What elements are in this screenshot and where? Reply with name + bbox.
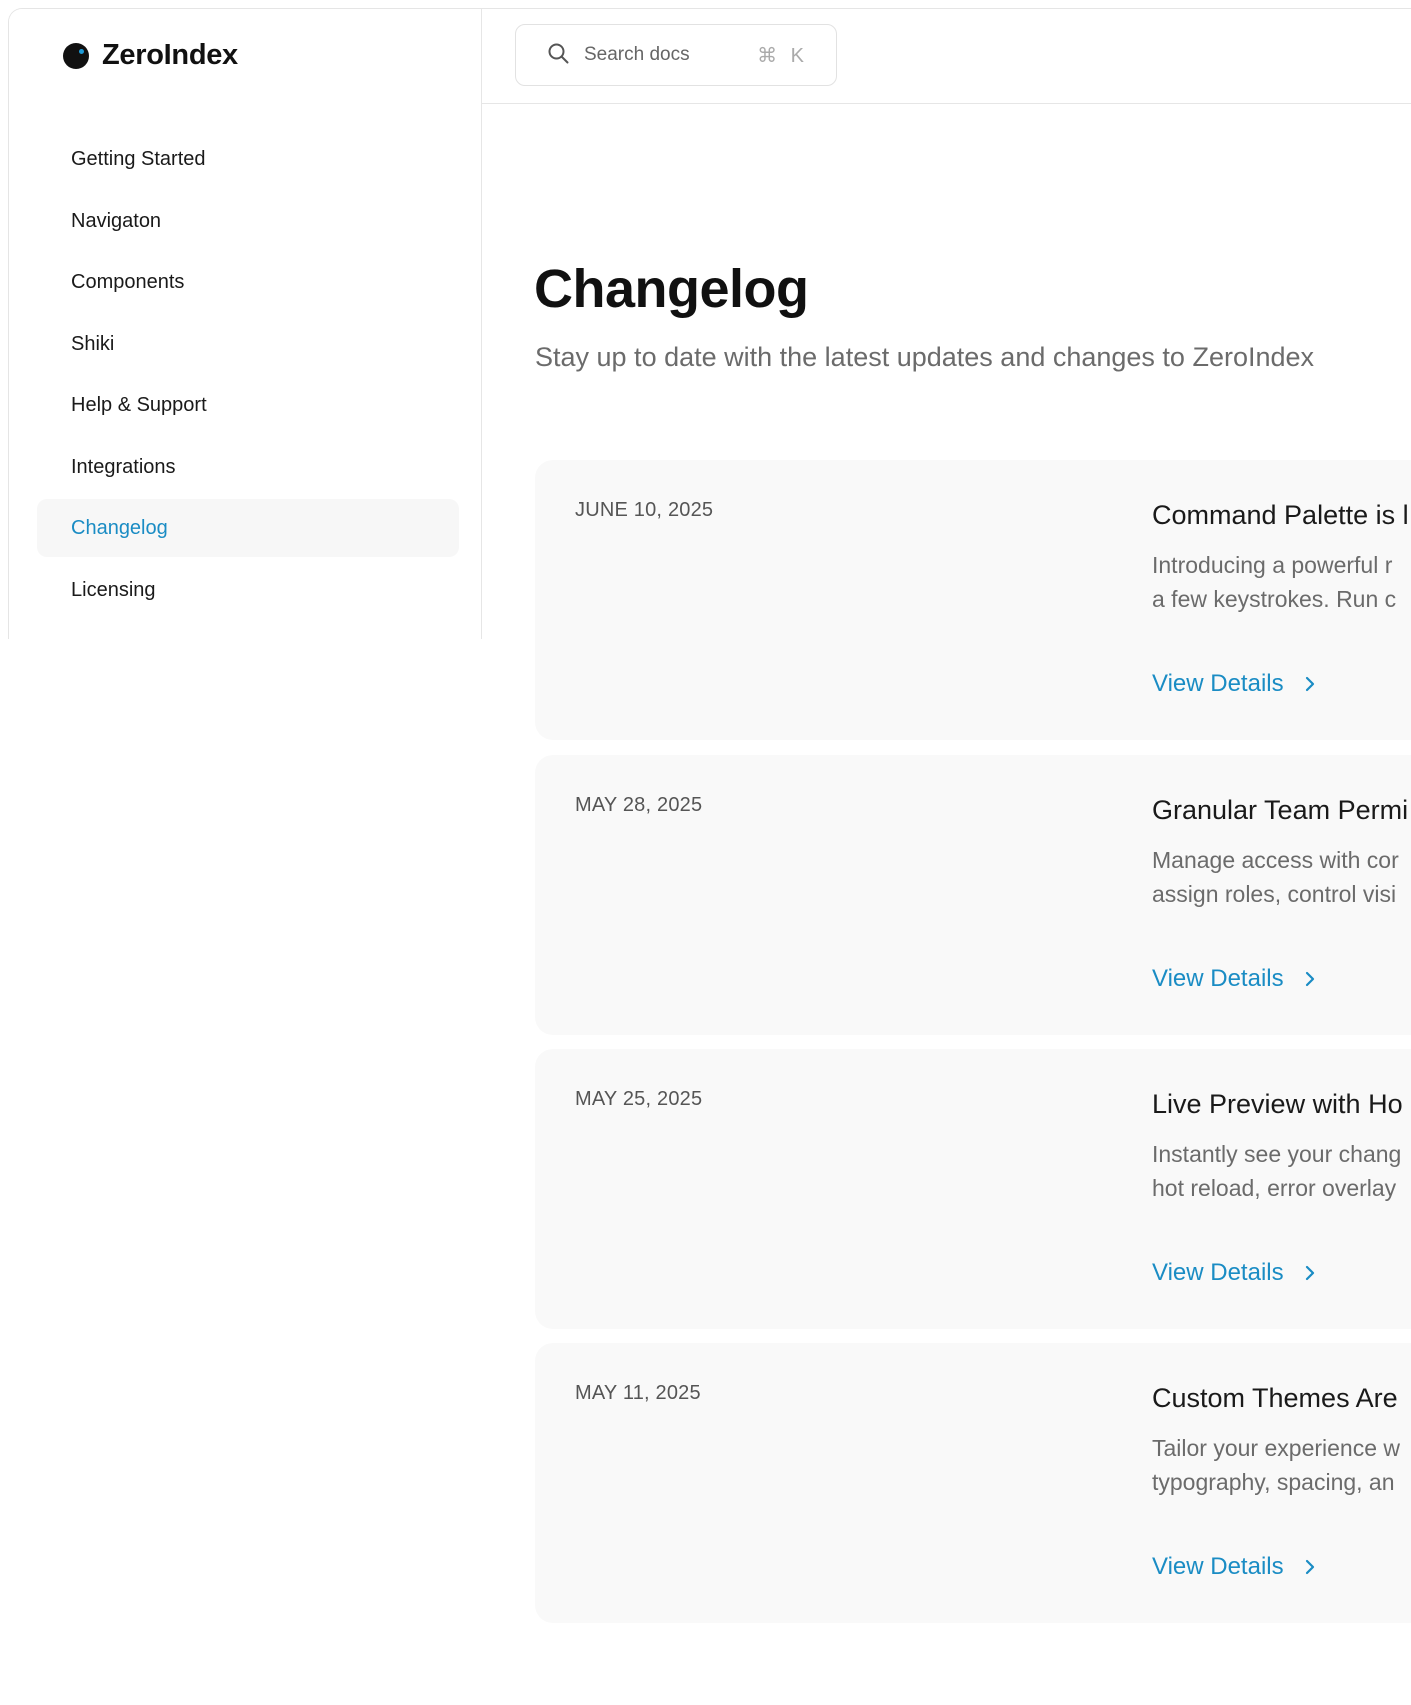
entry-description: Instantly see your chang hot reload, err… [1152, 1137, 1401, 1205]
view-details-label: View Details [1152, 1259, 1284, 1286]
entry-description-line: Manage access with cor [1152, 847, 1399, 873]
top-bar: Search docs ⌘ K [482, 9, 1411, 104]
entry-title: Command Palette is l [1152, 500, 1409, 530]
changelog-entry: JUNE 10, 2025 Command Palette is l Intro… [535, 460, 1411, 740]
sidebar-item-integrations[interactable]: Integrations [37, 438, 459, 496]
entry-date: MAY 25, 2025 [575, 1088, 703, 1110]
entry-description: Tailor your experience w typography, spa… [1152, 1431, 1400, 1499]
logo[interactable]: ZeroIndex [63, 39, 238, 72]
sidebar-item-navigation[interactable]: Navigaton [37, 192, 459, 250]
entry-date: MAY 11, 2025 [575, 1382, 701, 1404]
entry-description-line: Introducing a powerful r [1152, 552, 1393, 578]
entry-date: MAY 28, 2025 [575, 794, 703, 816]
page-subtitle: Stay up to date with the latest updates … [535, 342, 1315, 372]
chevron-right-icon [1305, 1265, 1314, 1281]
sidebar-item-getting-started[interactable]: Getting Started [37, 130, 459, 188]
entry-date: JUNE 10, 2025 [575, 499, 714, 521]
search-icon [546, 41, 570, 70]
changelog-entry: MAY 11, 2025 Custom Themes Are Tailor yo… [535, 1343, 1411, 1623]
entry-description-line: Tailor your experience w [1152, 1435, 1401, 1461]
entry-description-line: hot reload, error overlay [1152, 1175, 1397, 1201]
entry-description: Introducing a powerful r a few keystroke… [1152, 548, 1396, 616]
sidebar-item-shiki[interactable]: Shiki [37, 315, 459, 373]
logo-text: ZeroIndex [102, 39, 238, 71]
view-details-label: View Details [1152, 1553, 1284, 1580]
chevron-right-icon [1305, 971, 1314, 987]
sidebar-item-components[interactable]: Components [37, 253, 459, 311]
view-details-label: View Details [1152, 670, 1284, 697]
entry-title: Custom Themes Are [1152, 1383, 1398, 1413]
sidebar: ZeroIndex Getting Started Navigaton Comp… [9, 9, 482, 639]
chevron-right-icon [1305, 676, 1314, 692]
search-input[interactable]: Search docs ⌘ K [515, 24, 837, 86]
changelog-entry: MAY 25, 2025 Live Preview with Ho Instan… [535, 1049, 1411, 1329]
entry-description-line: typography, spacing, an [1152, 1469, 1395, 1495]
view-details-link[interactable]: View Details [1152, 670, 1318, 698]
view-details-link[interactable]: View Details [1152, 1259, 1318, 1287]
entry-description: Manage access with cor assign roles, con… [1152, 843, 1399, 911]
sidebar-item-licensing[interactable]: Licensing [37, 561, 459, 619]
page-title: Changelog [534, 259, 809, 319]
view-details-label: View Details [1152, 965, 1284, 992]
logo-icon [63, 42, 89, 69]
changelog-entry: MAY 28, 2025 Granular Team Permi Manage … [535, 755, 1411, 1035]
sidebar-item-changelog[interactable]: Changelog [37, 499, 459, 557]
search-placeholder: Search docs [584, 44, 690, 65]
entry-description-line: Instantly see your chang [1152, 1141, 1402, 1167]
chevron-right-icon [1305, 1559, 1314, 1575]
sidebar-item-help-support[interactable]: Help & Support [37, 376, 459, 434]
entry-description-line: a few keystrokes. Run c [1152, 586, 1397, 612]
view-details-link[interactable]: View Details [1152, 1553, 1318, 1581]
entry-title: Live Preview with Ho [1152, 1089, 1403, 1119]
entry-title: Granular Team Permi [1152, 795, 1409, 825]
view-details-link[interactable]: View Details [1152, 965, 1318, 993]
search-shortcut-badge: ⌘ K [757, 44, 808, 67]
entry-description-line: assign roles, control visi [1152, 881, 1397, 907]
